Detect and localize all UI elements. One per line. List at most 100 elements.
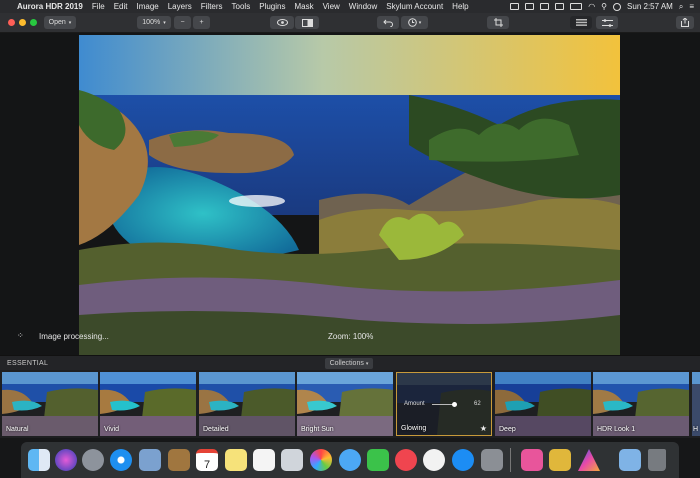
finder-icon[interactable] — [28, 449, 50, 471]
preview-icon[interactable] — [139, 449, 161, 471]
chevron-down-icon: ▾ — [68, 19, 72, 26]
clock-icon — [407, 18, 417, 27]
wifi-icon[interactable]: ◠ — [588, 2, 595, 11]
zoom-out-button[interactable]: − — [174, 16, 191, 29]
look-thumbnail[interactable]: Deep — [495, 372, 591, 436]
landscape-photo — [79, 35, 620, 355]
dock-divider — [510, 448, 511, 472]
look-label: Bright Sun — [301, 426, 334, 433]
look-label: Glowing — [401, 425, 427, 432]
split-view-icon — [301, 18, 313, 27]
close-window-button[interactable] — [8, 19, 15, 26]
undo-button[interactable] — [377, 16, 399, 29]
crop-icon — [493, 18, 503, 27]
clock[interactable]: Sun 2:57 AM — [627, 2, 673, 11]
amount-slider-thumb[interactable] — [452, 402, 457, 407]
search-icon[interactable]: ⚲ — [601, 2, 607, 11]
battery-icon[interactable] — [570, 3, 583, 10]
app-store-icon[interactable] — [452, 449, 474, 471]
menu-tools[interactable]: Tools — [227, 2, 255, 11]
processing-status: Image processing... — [39, 332, 109, 341]
look-thumbnail[interactable]: Detailed — [199, 372, 295, 436]
menu-mask[interactable]: Mask — [290, 2, 318, 11]
photo-preview[interactable] — [79, 35, 620, 355]
script-editor-icon[interactable] — [549, 449, 571, 471]
menu-image[interactable]: Image — [132, 2, 163, 11]
display-icon[interactable] — [525, 3, 535, 10]
launchpad-icon[interactable] — [82, 449, 104, 471]
look-thumbnail[interactable]: HDR Look 1 — [593, 372, 689, 436]
photos-icon[interactable] — [310, 449, 332, 471]
menu-app-name[interactable]: Aurora HDR 2019 — [13, 2, 88, 11]
preview-toggle-button[interactable] — [270, 16, 294, 29]
chevron-down-icon: ▾ — [365, 360, 369, 367]
airplay-icon[interactable] — [510, 3, 520, 10]
chevron-down-icon: ▾ — [163, 19, 166, 26]
menu-list-icon[interactable]: ≡ — [689, 2, 694, 11]
messages-icon[interactable] — [339, 449, 361, 471]
menu-layers[interactable]: Layers — [163, 2, 196, 11]
calendar-day: 7 — [203, 459, 211, 471]
zoom-select[interactable]: 100% ▾ — [137, 16, 171, 29]
zoom-in-label: + — [199, 19, 204, 26]
aurora-hdr-icon[interactable] — [578, 449, 600, 471]
zoom-status: Zoom: 100% — [328, 332, 374, 341]
looks-panel: ESSENTIAL Collections ▾ Natural Vivid De… — [0, 355, 700, 438]
news-icon[interactable] — [395, 449, 417, 471]
star-icon[interactable]: ★ — [480, 424, 487, 433]
menu-view[interactable]: View — [318, 2, 344, 11]
share-icon — [681, 18, 689, 27]
notes-book-icon[interactable] — [168, 449, 190, 471]
screen-app-icon[interactable] — [521, 449, 543, 471]
menu-filters[interactable]: Filters — [196, 2, 227, 11]
menu-edit[interactable]: Edit — [109, 2, 132, 11]
look-label: H — [693, 426, 699, 433]
menu-skylum-account[interactable]: Skylum Account — [382, 2, 448, 11]
system-preferences-icon[interactable] — [481, 449, 503, 471]
compare-button[interactable] — [295, 16, 319, 29]
look-thumbnail-selected[interactable]: Amount 62 Glowing ★ — [396, 372, 492, 436]
share-button[interactable] — [676, 16, 694, 29]
zoom-window-button[interactable] — [30, 19, 37, 26]
chevron-down-icon: ▾ — [418, 19, 422, 26]
reminders-icon[interactable] — [253, 449, 275, 471]
amount-value: 62 — [474, 401, 481, 407]
minimize-window-button[interactable] — [19, 19, 26, 26]
zoom-in-button[interactable]: + — [193, 16, 210, 29]
open-button[interactable]: Open ▾ — [44, 16, 76, 29]
folder-icon[interactable] — [619, 449, 641, 471]
layers-panel-button[interactable] — [570, 16, 592, 29]
screen-record-icon[interactable] — [555, 3, 565, 10]
photo-booth-icon[interactable] — [281, 449, 303, 471]
menu-plugins[interactable]: Plugins — [255, 2, 290, 11]
menu-help[interactable]: Help — [448, 2, 473, 11]
amount-slider[interactable] — [432, 402, 457, 407]
open-label: Open — [48, 19, 66, 26]
camera-icon[interactable] — [540, 3, 550, 10]
processing-spinner-icon: ⁘ — [17, 331, 24, 340]
menu-window[interactable]: Window — [344, 2, 381, 11]
crop-button[interactable] — [487, 16, 509, 29]
siri-icon[interactable] — [55, 449, 77, 471]
calendar-icon[interactable]: 7 — [196, 449, 218, 471]
facetime-icon[interactable] — [367, 449, 389, 471]
menu-file[interactable]: File — [87, 2, 109, 11]
dock: 7 — [21, 442, 679, 478]
look-label: Natural — [6, 426, 29, 433]
look-thumbnail[interactable]: Bright Sun — [297, 372, 393, 436]
spotlight-icon[interactable]: ⌕ — [679, 2, 683, 12]
collections-dropdown[interactable]: Collections ▾ — [325, 358, 373, 369]
look-thumbnail[interactable]: Natural — [2, 372, 98, 436]
undo-icon — [383, 19, 393, 27]
look-thumbnail[interactable]: H — [692, 372, 700, 436]
history-button[interactable]: ▾ — [401, 16, 428, 29]
adjustments-panel-button[interactable] — [596, 16, 618, 29]
music-icon[interactable] — [423, 449, 445, 471]
trash-icon[interactable] — [648, 449, 666, 471]
zoom-value: 100% — [142, 19, 161, 26]
image-canvas[interactable]: ⁘ Image processing... Zoom: 100% — [0, 33, 700, 355]
user-icon[interactable] — [613, 2, 622, 11]
look-thumbnail[interactable]: Vivid — [100, 372, 196, 436]
safari-icon[interactable] — [110, 449, 132, 471]
stickies-icon[interactable] — [225, 449, 247, 471]
